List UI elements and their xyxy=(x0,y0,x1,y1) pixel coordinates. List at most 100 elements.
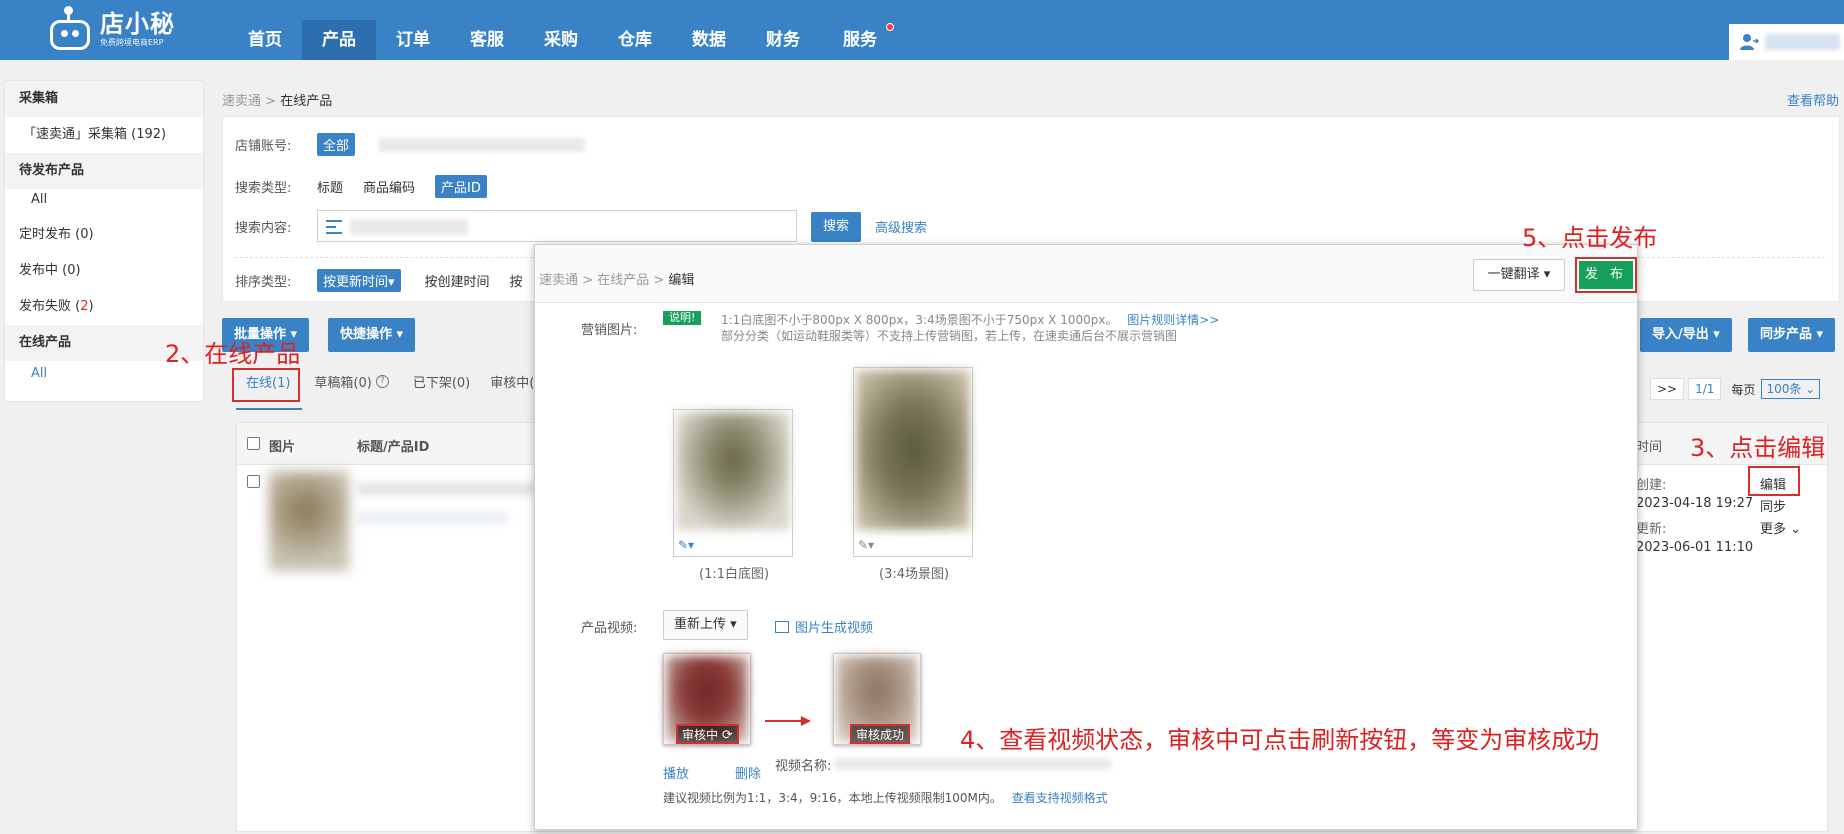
sidebar-item-failed[interactable]: 发布失败 (2) xyxy=(5,289,203,325)
video-name-blurred[interactable] xyxy=(835,759,1111,769)
reupload-button[interactable]: 重新上传 ▾ xyxy=(663,610,748,640)
product-thumbnail[interactable] xyxy=(269,471,349,571)
help-circle-icon[interactable]: ? xyxy=(375,372,389,391)
shop-all-tag[interactable]: 全部 xyxy=(317,133,356,156)
status-reviewing-label: 审核中 xyxy=(682,728,719,742)
nav-home[interactable]: 首页 xyxy=(228,20,302,60)
status-success: 审核成功 xyxy=(850,724,911,744)
col-time-fragment: 时间 xyxy=(1636,440,1663,455)
updated-time: 2023-06-01 11:10 xyxy=(1636,540,1754,555)
publish-button[interactable]: 发 布 xyxy=(1575,257,1637,293)
sync-link[interactable]: 同步 xyxy=(1760,496,1786,515)
magic-wand-icon[interactable]: ✎▾ xyxy=(858,538,874,552)
highlight-edit xyxy=(1748,466,1800,496)
video-tip: 建议视频比例为1:1，3:4，9:16，本地上传视频限制100M内。 查看支持视… xyxy=(663,789,1108,806)
sidebar-item-scheduled[interactable]: 定时发布 (0) xyxy=(5,217,203,253)
main-nav: 首页 产品 订单 客服 采购 仓库 数据 财务 服务 xyxy=(228,20,900,60)
nav-data[interactable]: 数据 xyxy=(672,20,746,60)
top-nav: 店小秘 免费跨境电商ERP 首页 产品 订单 客服 采购 仓库 数据 财务 服务 xyxy=(0,0,1844,60)
quick-operations-button[interactable]: 快捷操作 ▾ xyxy=(328,318,416,352)
sort-label: 排序类型: xyxy=(235,275,292,290)
delete-link[interactable]: 删除 xyxy=(735,763,761,782)
search-input[interactable] xyxy=(317,210,797,242)
translate-button[interactable]: 一键翻译 ▾ xyxy=(1473,259,1565,291)
film-icon xyxy=(775,621,789,633)
nav-customer-service[interactable]: 客服 xyxy=(450,20,524,60)
magic-wand-icon[interactable]: ✎▾ xyxy=(678,538,694,552)
nav-finance[interactable]: 财务 xyxy=(746,20,820,60)
nav-orders[interactable]: 订单 xyxy=(376,20,450,60)
list-icon xyxy=(326,220,342,234)
dialog-bc-current: 编辑 xyxy=(668,273,695,288)
dialog-header: 速卖通 > 在线产品 > 编辑 一键翻译 ▾ 发 布 xyxy=(535,245,1637,303)
import-export-button[interactable]: 导入/导出 ▾ xyxy=(1640,318,1732,352)
tab-reviewing[interactable]: 审核中( xyxy=(490,372,534,391)
more-link[interactable]: 更多 ⌄ xyxy=(1760,518,1801,537)
status-reviewing[interactable]: 审核中 ⟳ xyxy=(676,724,739,744)
sidebar-item-publishing[interactable]: 发布中 (0) xyxy=(5,253,203,289)
annotation-step2: 2、在线产品 xyxy=(165,340,301,368)
square-image-card[interactable]: ✎▾ xyxy=(673,409,793,557)
image-to-video-link[interactable]: 图片生成视频 xyxy=(775,617,873,636)
tab-offline[interactable]: 已下架(0) xyxy=(413,372,470,391)
page-indicator: 1/1 xyxy=(1688,378,1722,400)
play-link[interactable]: 播放 xyxy=(663,763,689,782)
filter-shop-row: 店铺账号: 全部 xyxy=(235,133,586,156)
highlight-online-tab xyxy=(232,368,300,402)
breadcrumb-current: 在线产品 xyxy=(280,94,333,109)
shop-name-blurred xyxy=(379,137,586,152)
video-success-card[interactable]: 审核成功 xyxy=(833,653,921,745)
sidebar-section-collect: 采集箱 xyxy=(5,81,203,117)
nav-warehouse[interactable]: 仓库 xyxy=(598,20,672,60)
dialog-bc-mid[interactable]: 在线产品 xyxy=(597,273,649,288)
sort-more-option[interactable]: 按 xyxy=(510,271,523,290)
search-value-blurred xyxy=(350,219,468,235)
annotation-step3: 3、点击编辑 xyxy=(1690,434,1826,462)
pagination: >> 1/1 每页 100条 ⌄ xyxy=(1650,378,1821,400)
type-id-option[interactable]: 产品ID xyxy=(435,175,487,198)
product-title-blurred xyxy=(357,483,537,495)
note-line1: 1:1白底图不小于800px X 800px，3:4场景图不小于750px X … xyxy=(721,311,1219,328)
video-format-link[interactable]: 查看支持视频格式 xyxy=(1012,791,1108,805)
scene-image xyxy=(856,370,970,530)
notification-dot-icon xyxy=(886,23,894,31)
scene-image-card[interactable]: ✎▾ xyxy=(853,367,973,557)
image-rules-link[interactable]: 图片规则详情>> xyxy=(1127,313,1219,327)
help-link[interactable]: 查看帮助 xyxy=(1787,90,1839,109)
logo[interactable]: 店小秘 免费跨境电商ERP xyxy=(46,6,175,52)
breadcrumb-root[interactable]: 速卖通 xyxy=(222,94,261,109)
tab-drafts[interactable]: 草稿箱(0) xyxy=(314,372,371,391)
filter-content-row: 搜索内容: xyxy=(235,217,317,236)
nav-products[interactable]: 产品 xyxy=(302,20,376,60)
per-page-select[interactable]: 100条 ⌄ xyxy=(1761,379,1821,399)
note-tag: 说明! xyxy=(663,311,702,325)
search-button[interactable]: 搜索 xyxy=(811,212,861,242)
sort-create-option[interactable]: 按创建时间 xyxy=(425,271,490,290)
next-page-button[interactable]: >> xyxy=(1650,378,1685,400)
video-reviewing-card[interactable]: 审核中 ⟳ xyxy=(663,653,751,745)
username-blurred xyxy=(1765,34,1840,50)
arrow-right-icon xyxy=(765,716,811,726)
logo-subtitle: 免费跨境电商ERP xyxy=(100,38,164,47)
video-tip-text: 建议视频比例为1:1，3:4，9:16，本地上传视频限制100M内。 xyxy=(663,791,1002,805)
active-tab-indicator xyxy=(236,408,302,410)
image-to-video-label: 图片生成视频 xyxy=(795,621,874,636)
advanced-search-link[interactable]: 高级搜索 xyxy=(875,217,927,236)
type-code-option[interactable]: 商品编码 xyxy=(363,177,415,196)
note-line2: 部分分类（如运动鞋服类等）不支持上传营销图，若上传，在速卖通后台不展示营销图 xyxy=(721,329,1178,343)
row-checkbox[interactable] xyxy=(247,475,260,488)
sidebar-item-pending-all[interactable]: All xyxy=(5,189,203,217)
sync-products-button[interactable]: 同步产品 ▾ xyxy=(1748,318,1836,352)
refresh-icon[interactable]: ⟳ xyxy=(722,728,733,743)
select-all-checkbox[interactable] xyxy=(247,437,260,450)
product-video-label: 产品视频: xyxy=(581,621,638,636)
nav-services[interactable]: 服务 xyxy=(820,20,900,60)
sort-update-option[interactable]: 按更新时间▾ xyxy=(317,269,401,292)
nav-purchase[interactable]: 采购 xyxy=(524,20,598,60)
dialog-bc-root[interactable]: 速卖通 xyxy=(539,273,578,288)
sidebar-item-collect-box[interactable]: 「速卖通」采集箱 (192) xyxy=(5,117,203,153)
scene-image-caption: (3:4场景图) xyxy=(879,567,950,582)
marketing-images-label: 营销图片: xyxy=(581,323,638,338)
user-menu[interactable] xyxy=(1729,24,1844,60)
type-title-option[interactable]: 标题 xyxy=(317,177,343,196)
